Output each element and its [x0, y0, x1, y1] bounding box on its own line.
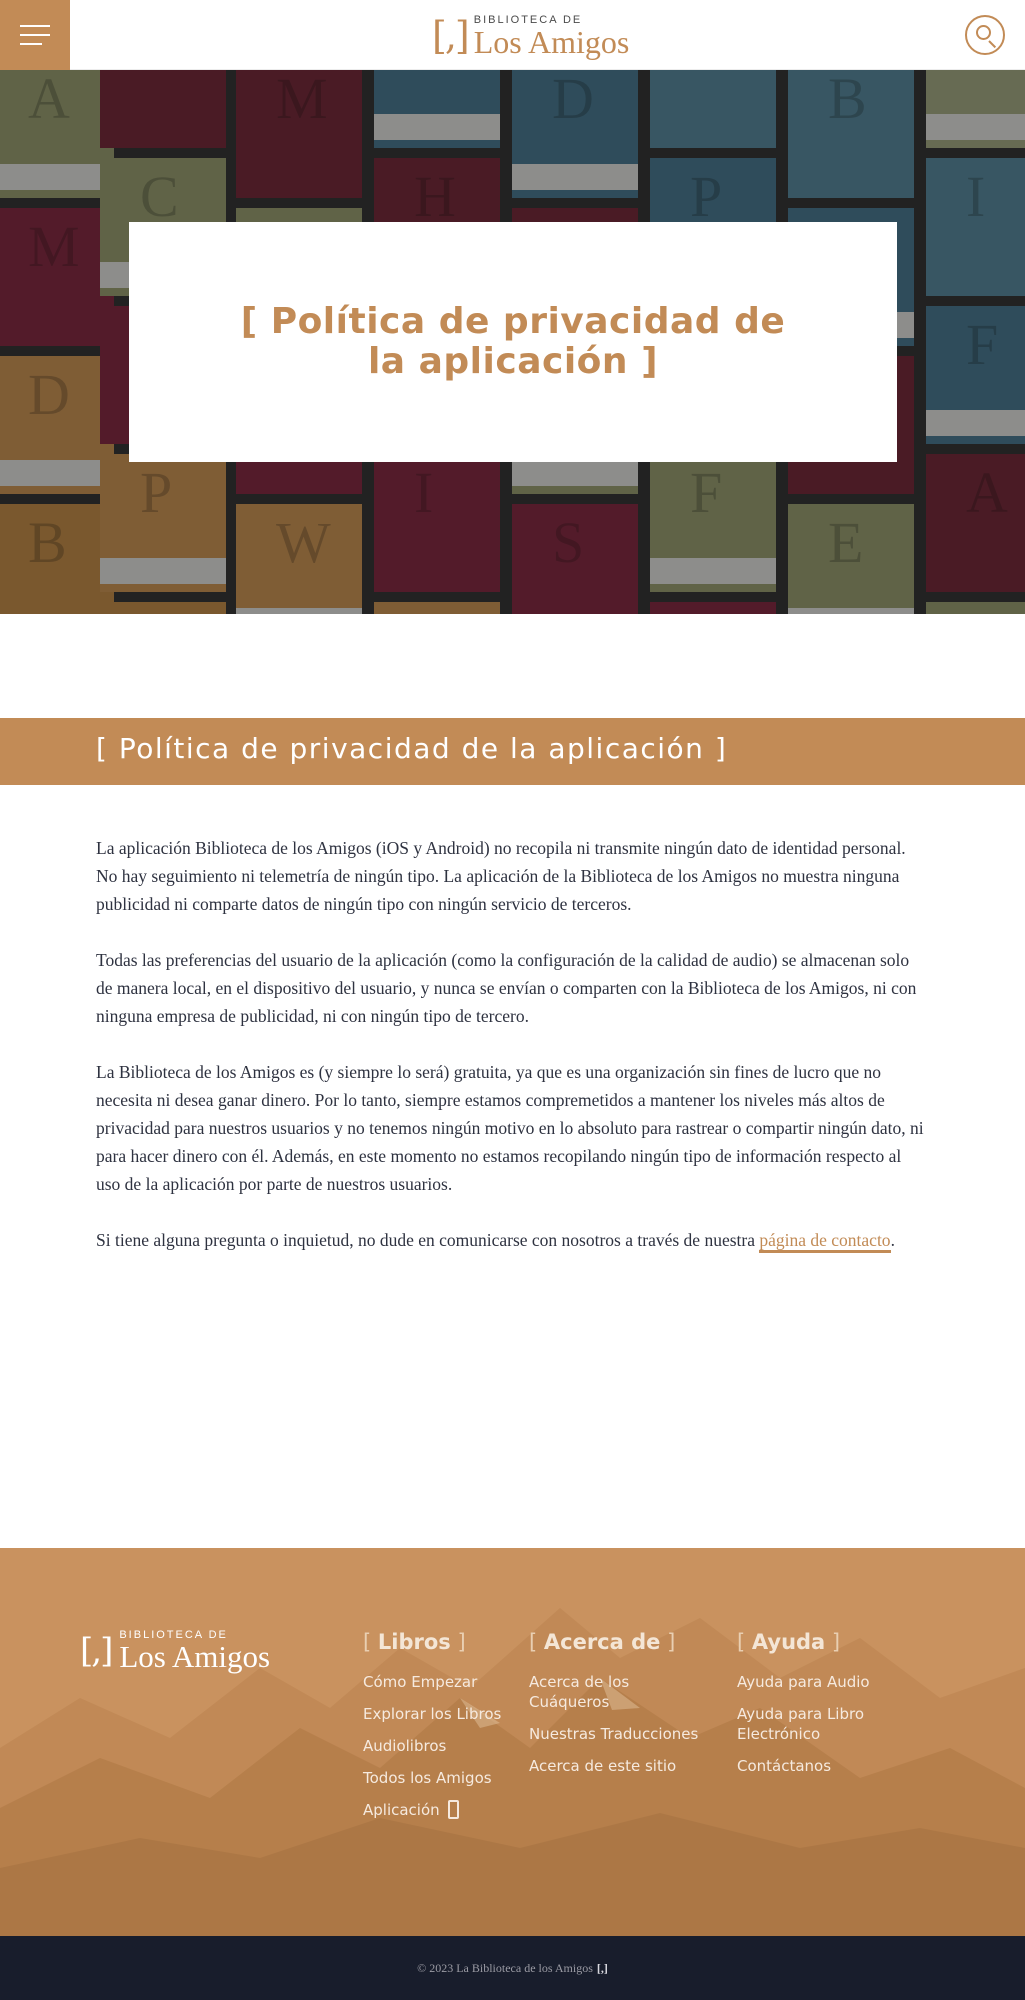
privacy-policy-content: La aplicación Biblioteca de los Amigos (…: [96, 834, 926, 1282]
site-logo[interactable]: [,] BIBLIOTECA DE Los Amigos: [432, 14, 629, 58]
footer-link-ayuda-libro-electronico[interactable]: Ayuda para Libro Electrónico: [737, 1704, 877, 1744]
policy-paragraph: La aplicación Biblioteca de los Amigos (…: [96, 838, 906, 914]
site-header: [,] BIBLIOTECA DE Los Amigos: [0, 0, 1025, 70]
footer-logo-big-text: Los Amigos: [119, 1639, 271, 1674]
hero-title: [ Política de privacidad de la aplicació…: [240, 301, 786, 382]
footer-column-ayuda: [ Ayuda ] Ayuda para Audio Ayuda para Li…: [737, 1630, 887, 1788]
footer-link-explorar-libros[interactable]: Explorar los Libros: [363, 1704, 503, 1724]
hero-banner: AMDBECHPIMDBWCHPIFDBWSHPIFABWSEPIFAM [ P…: [0, 70, 1025, 614]
search-button[interactable]: [965, 15, 1005, 55]
hero-card: [ Política de privacidad de la aplicació…: [129, 222, 897, 462]
site-footer: [,] BIBLIOTECA DE Los Amigos [ Libros ] …: [0, 1548, 1025, 1936]
logo-bracket: [,]: [432, 14, 470, 58]
footer-link-traducciones[interactable]: Nuestras Traducciones: [529, 1724, 709, 1744]
phone-icon: [447, 1800, 459, 1819]
search-icon: [976, 25, 991, 40]
footer-heading: [ Libros ]: [363, 1630, 466, 1654]
hamburger-menu-icon: [20, 25, 50, 27]
copyright-bar: © 2023 La Biblioteca de los Amigos [,]: [0, 1936, 1025, 2000]
contact-page-link[interactable]: página de contacto: [759, 1230, 891, 1253]
footer-link-acerca-sitio[interactable]: Acerca de este sitio: [529, 1756, 709, 1776]
footer-link-como-empezar[interactable]: Cómo Empezar: [363, 1672, 503, 1692]
footer-heading: [ Ayuda ]: [737, 1630, 841, 1654]
menu-button[interactable]: [0, 0, 70, 70]
footer-logo-bracket: [,]: [80, 1631, 113, 1671]
page-title-bar: [ Política de privacidad de la aplicació…: [0, 718, 1025, 785]
footer-column-acerca-de: [ Acerca de ] Acerca de los Cuáqueros Nu…: [529, 1630, 709, 1788]
logo-big-text: Los Amigos: [473, 23, 630, 60]
footer-link-aplicacion[interactable]: Aplicación: [363, 1800, 503, 1820]
footer-link-todos-amigos[interactable]: Todos los Amigos: [363, 1768, 503, 1788]
footer-logo[interactable]: [,] BIBLIOTECA DE Los Amigos: [80, 1630, 271, 1674]
footer-heading: [ Acerca de ]: [529, 1630, 676, 1654]
contact-paragraph: Si tiene alguna pregunta o inquietud, no…: [96, 1226, 926, 1254]
footer-link-acerca-cuaqueros[interactable]: Acerca de los Cuáqueros: [529, 1672, 659, 1712]
policy-paragraph: Todas las preferencias del usuario de la…: [96, 950, 917, 1026]
footer-link-ayuda-audio[interactable]: Ayuda para Audio: [737, 1672, 887, 1692]
footer-link-audiolibros[interactable]: Audiolibros: [363, 1736, 503, 1756]
footer-link-contactanos[interactable]: Contáctanos: [737, 1756, 887, 1776]
copyright-text: © 2023 La Biblioteca de los Amigos [,]: [417, 1960, 608, 1975]
policy-paragraph: La Biblioteca de los Amigos es (y siempr…: [96, 1062, 924, 1194]
page-title: [ Política de privacidad de la aplicació…: [96, 732, 728, 765]
footer-column-libros: [ Libros ] Cómo Empezar Explorar los Lib…: [363, 1630, 503, 1832]
